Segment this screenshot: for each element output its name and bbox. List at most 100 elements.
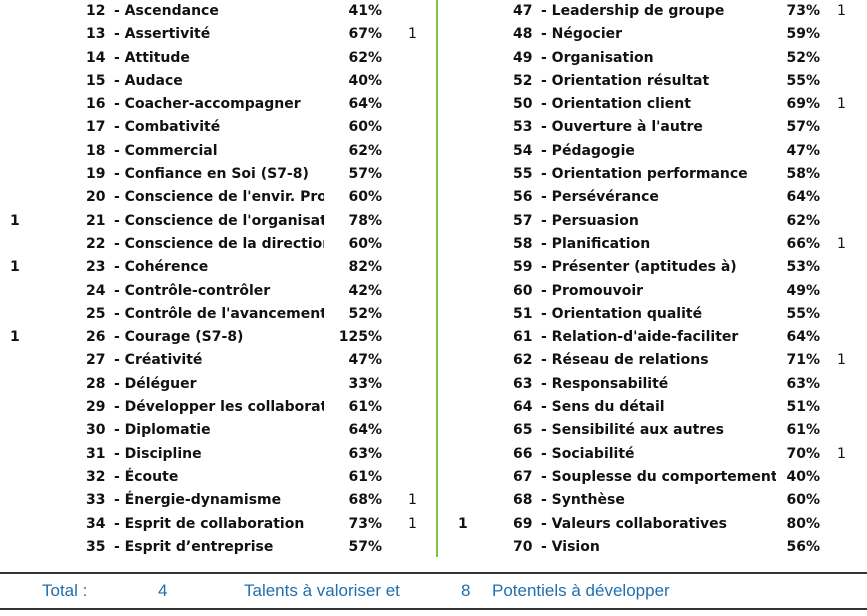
competency-number: 15 bbox=[86, 72, 106, 89]
competency-percent: 82% bbox=[348, 259, 382, 276]
competency-label: - Coacher-accompagner bbox=[114, 96, 301, 113]
competency-percent: 49% bbox=[786, 282, 820, 299]
competency-number: 64 bbox=[513, 399, 533, 416]
competency-label: - Commercial bbox=[114, 142, 218, 159]
competency-label: - Vision bbox=[541, 538, 600, 555]
competency-label: - Énergie-dynamisme bbox=[114, 492, 282, 509]
competency-label: - Contrôle de l'avancement bbox=[114, 305, 324, 322]
competency-percent: 51% bbox=[786, 399, 820, 416]
competency-row: 63 - Responsabilité 63% bbox=[438, 373, 867, 396]
competency-percent: 58% bbox=[786, 166, 820, 183]
competency-row: 66 - Sociabilité 70% 1 bbox=[438, 443, 867, 466]
competency-number: 58 bbox=[513, 235, 533, 252]
potential-flag: 1 bbox=[837, 3, 846, 19]
competency-percent: 40% bbox=[786, 468, 820, 485]
competency-row: 50 - Orientation client 69% 1 bbox=[438, 93, 867, 116]
competency-number: 27 bbox=[86, 352, 106, 369]
competency-row: 20 - Conscience de l'envir. Prof 60% bbox=[0, 186, 436, 209]
competency-row: 48 - Négocier 59% bbox=[438, 23, 867, 46]
competency-label: - Orientation qualité bbox=[541, 305, 703, 322]
competency-row: 61 - Relation-d'aide-faciliter 64% bbox=[438, 326, 867, 349]
potential-flag: 1 bbox=[408, 515, 417, 532]
left-competency-column: 12 - Ascendance 41% 13 - Assertivité 67% 1 14 - … bbox=[0, 0, 436, 559]
competency-number: 17 bbox=[86, 119, 106, 136]
competency-percent: 73% bbox=[348, 515, 382, 532]
competency-label: - Assertivité bbox=[114, 26, 211, 43]
competency-row: 30 - Diplomatie 64% bbox=[0, 419, 436, 442]
competency-number: 69 bbox=[513, 515, 533, 532]
competency-label: - Orientation performance bbox=[541, 166, 748, 183]
competency-percent: 62% bbox=[786, 212, 820, 229]
total-top-border bbox=[0, 572, 867, 574]
competency-number: 54 bbox=[513, 142, 533, 159]
competency-row: 57 - Persuasion 62% bbox=[438, 210, 867, 233]
competency-label: - Discipline bbox=[114, 445, 202, 462]
competency-label: - Orientation client bbox=[541, 96, 691, 113]
competency-label: - Sociabilité bbox=[541, 445, 635, 462]
competency-percent: 59% bbox=[786, 26, 820, 43]
competency-row: 53 - Ouverture à l'autre 57% bbox=[438, 116, 867, 139]
competency-row: 67 - Souplesse du comportement 40% bbox=[438, 466, 867, 489]
competency-number: 32 bbox=[86, 468, 106, 485]
competency-label: - Planification bbox=[541, 235, 651, 252]
competency-row: 16 - Coacher-accompagner 64% bbox=[0, 93, 436, 116]
competency-row: 24 - Contrôle-contrôler 42% bbox=[0, 280, 436, 303]
competency-number: 12 bbox=[86, 3, 106, 19]
potentials-count: 8 bbox=[461, 581, 471, 600]
competency-label: - Déléguer bbox=[114, 375, 197, 392]
competency-label: - Sensibilité aux autres bbox=[541, 422, 724, 439]
competency-row: 22 - Conscience de la direction 60% bbox=[0, 233, 436, 256]
competency-row: 12 - Ascendance 41% bbox=[0, 0, 436, 23]
competency-number: 26 bbox=[86, 329, 106, 346]
competency-row: 58 - Planification 66% 1 bbox=[438, 233, 867, 256]
competency-row: 33 - Énergie-dynamisme 68% 1 bbox=[0, 489, 436, 512]
competency-number: 20 bbox=[86, 189, 106, 206]
competency-label: - Développer les collaborateurs bbox=[114, 399, 324, 416]
competency-label: - Ascendance bbox=[114, 3, 219, 19]
competency-number: 31 bbox=[86, 445, 106, 462]
competency-label: - Créativité bbox=[114, 352, 203, 369]
competency-number: 63 bbox=[513, 375, 533, 392]
competency-row: 51 - Orientation qualité 55% bbox=[438, 303, 867, 326]
competency-number: 30 bbox=[86, 422, 106, 439]
competency-number: 35 bbox=[86, 538, 106, 555]
competency-percent: 63% bbox=[348, 445, 382, 462]
competency-row: 68 - Synthèse 60% bbox=[438, 489, 867, 512]
competency-percent: 69% bbox=[786, 96, 820, 113]
competency-percent: 68% bbox=[348, 492, 382, 509]
competency-row: 31 - Discipline 63% bbox=[0, 443, 436, 466]
competency-percent: 80% bbox=[786, 515, 820, 532]
competency-row: 35 - Esprit d’entreprise 57% bbox=[0, 536, 436, 559]
competency-percent: 125% bbox=[338, 329, 382, 346]
competency-row: 49 - Organisation 52% bbox=[438, 47, 867, 70]
competency-row: 19 - Confiance en Soi (S7-8) 57% bbox=[0, 163, 436, 186]
competency-percent: 78% bbox=[348, 212, 382, 229]
competency-label: - Promouvoir bbox=[541, 282, 644, 299]
competency-label: - Diplomatie bbox=[114, 422, 211, 439]
right-competency-column: 47 - Leadership de groupe 73% 1 48 - Négocier… bbox=[438, 0, 867, 559]
competency-number: 21 bbox=[86, 212, 106, 229]
competency-label: - Synthèse bbox=[541, 492, 625, 509]
competency-percent: 60% bbox=[786, 492, 820, 509]
competency-percent: 40% bbox=[348, 72, 382, 89]
competency-percent: 60% bbox=[348, 119, 382, 136]
competency-label: - Réseau de relations bbox=[541, 352, 709, 369]
competency-number: 14 bbox=[86, 49, 106, 66]
competency-row: 14 - Attitude 62% bbox=[0, 47, 436, 70]
competency-row: 1 69 - Valeurs collaboratives 80% bbox=[438, 513, 867, 536]
total-summary: Total : 4 Talents à valoriser et 8 Poten… bbox=[0, 576, 867, 606]
competency-row: 47 - Leadership de groupe 73% 1 bbox=[438, 0, 867, 23]
competency-number: 24 bbox=[86, 282, 106, 299]
competency-number: 59 bbox=[513, 259, 533, 276]
potential-flag: 1 bbox=[837, 445, 846, 462]
competency-percent: 60% bbox=[348, 235, 382, 252]
competency-percent: 64% bbox=[786, 329, 820, 346]
competency-label: - Valeurs collaboratives bbox=[541, 515, 727, 532]
competency-number: 22 bbox=[86, 235, 106, 252]
competency-number: 25 bbox=[86, 305, 106, 322]
competency-percent: 55% bbox=[786, 305, 820, 322]
competency-number: 33 bbox=[86, 492, 106, 509]
competency-percent: 57% bbox=[348, 538, 382, 555]
competency-row: 27 - Créativité 47% bbox=[0, 349, 436, 372]
competency-percent: 41% bbox=[348, 3, 382, 19]
